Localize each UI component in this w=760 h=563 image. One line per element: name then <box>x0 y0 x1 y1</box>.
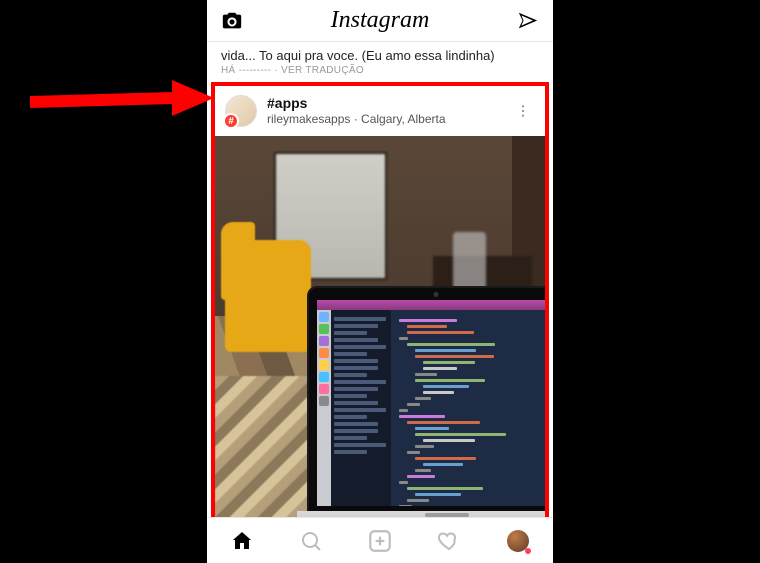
hashtag-badge-icon: # <box>223 113 239 129</box>
top-bar: Instagram <box>207 0 553 42</box>
post-avatar[interactable]: # <box>225 95 257 127</box>
post-header[interactable]: # #apps rileymakesapps · Calgary, Albert… <box>215 86 545 136</box>
laptop-illustration <box>307 286 545 517</box>
profile-tab-icon[interactable] <box>498 521 538 561</box>
post-subtitle: rileymakesapps · Calgary, Alberta <box>267 112 511 126</box>
home-tab-icon[interactable] <box>222 521 262 561</box>
post-title-block[interactable]: #apps rileymakesapps · Calgary, Alberta <box>267 95 511 126</box>
post-hashtag-title: #apps <box>267 95 511 112</box>
feed: vida... To aqui pra voce. (Eu amo essa l… <box>207 42 553 517</box>
more-options-icon[interactable] <box>511 103 535 119</box>
direct-message-icon[interactable] <box>517 10 539 32</box>
previous-post-meta: HÁ --------- · VER TRADUÇÃO <box>207 65 553 82</box>
activity-tab-icon[interactable] <box>429 521 469 561</box>
post-photo[interactable] <box>215 136 545 517</box>
new-post-tab-icon[interactable] <box>360 521 400 561</box>
brand-logo: Instagram <box>331 7 430 34</box>
bottom-tab-bar <box>207 517 553 563</box>
camera-icon[interactable] <box>221 10 243 32</box>
profile-avatar-icon <box>507 530 529 552</box>
phone-frame: Instagram vida... To aqui pra voce. (Eu … <box>207 0 553 563</box>
annotation-arrow <box>24 62 214 132</box>
highlighted-post: # #apps rileymakesapps · Calgary, Albert… <box>211 82 549 517</box>
previous-post-caption: vida... To aqui pra voce. (Eu amo essa l… <box>207 42 553 65</box>
search-tab-icon[interactable] <box>291 521 331 561</box>
